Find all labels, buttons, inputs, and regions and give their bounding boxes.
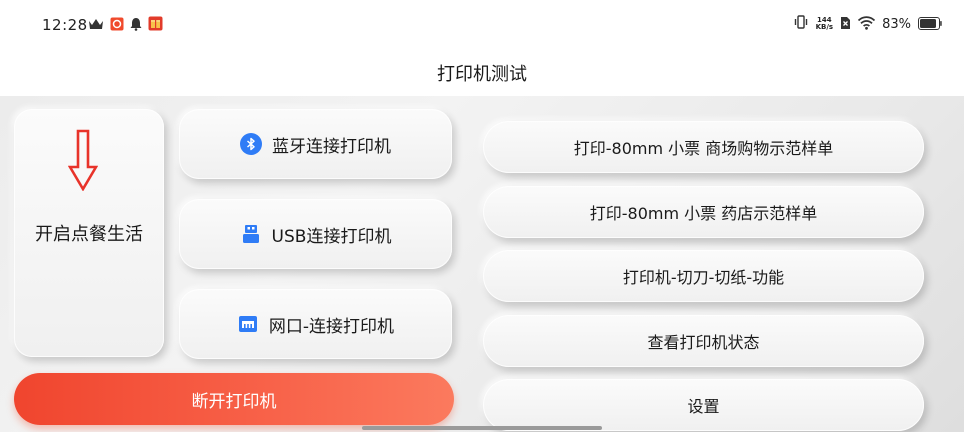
crown-icon <box>88 16 104 35</box>
bluetooth-connect-button[interactable]: 蓝牙连接打印机 <box>179 109 452 179</box>
title-bar: 打印机测试 <box>0 50 964 96</box>
battery-percent: 83% <box>882 16 911 32</box>
start-ordering-card[interactable]: 开启点餐生活 <box>14 109 164 357</box>
net-speed-unit: KB/s <box>815 23 834 31</box>
app-badge-icon <box>110 16 124 35</box>
home-indicator[interactable] <box>362 426 602 430</box>
print-mall-receipt-label: 打印-80mm 小票 商场购物示范样单 <box>573 139 834 158</box>
cutter-function-button[interactable]: 打印机-切刀-切纸-功能 <box>483 250 924 302</box>
bluetooth-icon <box>240 133 262 155</box>
disconnect-printer-label: 断开打印机 <box>191 391 277 412</box>
ethernet-connect-label: 网口-连接打印机 <box>268 316 395 337</box>
status-time: 12:28 <box>42 16 88 34</box>
usb-icon <box>240 223 262 245</box>
print-pharmacy-receipt-label: 打印-80mm 小票 药店示范样单 <box>589 204 818 223</box>
disconnect-printer-button[interactable]: 断开打印机 <box>14 373 454 425</box>
settings-label: 设置 <box>687 397 720 416</box>
usb-connect-button[interactable]: USB连接打印机 <box>179 199 452 269</box>
cutter-function-label: 打印机-切刀-切纸-功能 <box>622 268 785 287</box>
status-bar: 12:28 144 KB/s 83% <box>0 0 964 50</box>
arrow-down-icon <box>67 129 99 196</box>
bluetooth-connect-label: 蓝牙连接打印机 <box>272 136 391 157</box>
battery-icon <box>918 15 942 34</box>
vibrate-icon <box>793 14 809 34</box>
gift-app-icon <box>148 16 163 35</box>
notification-icons <box>88 16 163 35</box>
wifi-icon <box>857 15 876 34</box>
print-pharmacy-receipt-button[interactable]: 打印-80mm 小票 药店示范样单 <box>483 186 924 238</box>
ethernet-connect-button[interactable]: 网口-连接打印机 <box>179 289 452 359</box>
page-title: 打印机测试 <box>437 64 527 85</box>
start-ordering-label: 开启点餐生活 <box>35 224 143 245</box>
printer-status-button[interactable]: 查看打印机状态 <box>483 315 924 367</box>
bell-icon <box>130 16 142 35</box>
usb-connect-label: USB连接打印机 <box>271 226 392 247</box>
sim-off-icon <box>840 15 851 34</box>
net-speed: 144 KB/s <box>816 17 833 31</box>
print-mall-receipt-button[interactable]: 打印-80mm 小票 商场购物示范样单 <box>483 121 924 173</box>
printer-status-label: 查看打印机状态 <box>647 333 760 352</box>
system-icons: 144 KB/s 83% <box>793 14 942 34</box>
settings-button[interactable]: 设置 <box>483 379 924 431</box>
ethernet-icon <box>237 313 259 335</box>
